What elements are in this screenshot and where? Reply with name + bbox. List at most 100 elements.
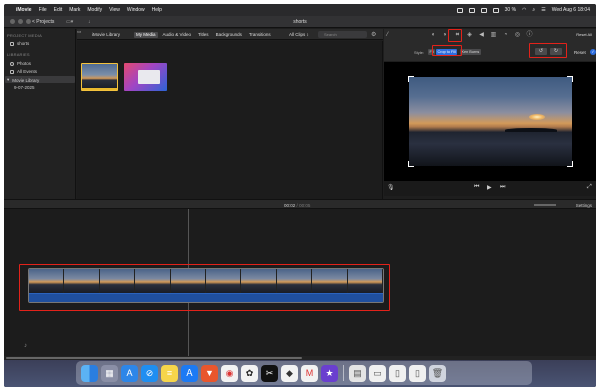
- tab-audio-video[interactable]: Audio & Video: [161, 32, 193, 38]
- browser-settings-icon[interactable]: ⚙: [371, 31, 376, 38]
- crop-handle-bottom-left[interactable]: [408, 161, 414, 167]
- media-browser: [77, 41, 383, 199]
- browser-header: ▭ iMovie Library My Media Audio & Video …: [77, 29, 383, 40]
- menu-help[interactable]: Help: [152, 7, 162, 13]
- capcut-icon[interactable]: ✂: [261, 364, 278, 382]
- timeline-header: 00:02 / 00:05 Settings: [4, 199, 596, 209]
- imovie-icon[interactable]: ★: [321, 364, 338, 382]
- app-store-icon[interactable]: A: [121, 364, 138, 382]
- menu-view[interactable]: View: [109, 7, 120, 13]
- menu-mark[interactable]: Mark: [69, 7, 80, 13]
- status-area: 30 % ◠ ⌕ ☰ Wed Aug 6 18:04: [456, 4, 590, 16]
- reset-button[interactable]: Reset: [574, 50, 586, 55]
- sidebar-item-label: Photos: [17, 61, 32, 66]
- tab-my-media[interactable]: My Media: [134, 31, 158, 38]
- play-button-icon[interactable]: ▶: [487, 184, 492, 191]
- disclosure-triangle-icon[interactable]: ▾: [7, 77, 9, 83]
- brave-icon[interactable]: ▼: [201, 364, 218, 382]
- time-separator: /: [296, 202, 298, 208]
- apply-crop-button[interactable]: ✓: [590, 48, 596, 55]
- library-sidebar: PROJECT MEDIA shorts LIBRARIES Photos Al…: [4, 29, 76, 199]
- info-icon[interactable]: ⓘ: [526, 32, 533, 39]
- photos-icon: [10, 61, 14, 66]
- color-correction-icon[interactable]: ◑: [441, 32, 448, 39]
- libraries-header: LIBRARIES: [7, 52, 30, 57]
- document-icon[interactable]: ▯: [389, 364, 406, 382]
- finder-icon[interactable]: [81, 364, 98, 382]
- preview-icon[interactable]: ▤: [349, 364, 366, 382]
- search-input[interactable]: Search: [318, 31, 367, 38]
- tab-backgrounds[interactable]: Backgrounds: [214, 32, 244, 38]
- sidebar-item-all-events[interactable]: All Events: [10, 69, 37, 74]
- clip-thumbnail-sunset[interactable]: [81, 63, 118, 91]
- menu-modify[interactable]: Modify: [87, 7, 102, 13]
- notes-icon[interactable]: ≡: [161, 364, 178, 382]
- noise-reduction-icon[interactable]: ▥: [490, 32, 497, 39]
- timeline-settings-button[interactable]: Settings: [576, 203, 592, 208]
- menu-app-name[interactable]: iMovie: [16, 7, 32, 13]
- current-time: 00:02: [284, 202, 296, 208]
- calendar-icon[interactable]: [480, 7, 487, 13]
- files-icon[interactable]: ▭: [369, 364, 386, 382]
- chrome-icon[interactable]: ◉: [221, 364, 238, 382]
- dock-separator: [343, 365, 344, 381]
- highlight-crop-tool: [448, 29, 462, 42]
- voiceover-mic-icon[interactable]: ♪: [24, 343, 27, 349]
- safari-icon[interactable]: ⊘: [141, 364, 158, 382]
- sidebar-item-event[interactable]: 9-07-2025: [14, 85, 35, 90]
- screenshot-frame: iMovie File Edit Mark Modify View Window…: [0, 0, 600, 391]
- launchpad-icon[interactable]: ▦: [101, 364, 118, 382]
- video-preview-frame[interactable]: [408, 76, 573, 167]
- roblox-icon[interactable]: ◆: [281, 364, 298, 382]
- menu-edit[interactable]: Edit: [54, 7, 63, 13]
- crop-handle-top-left[interactable]: [408, 76, 414, 82]
- play-icon[interactable]: [492, 7, 499, 13]
- crop-handle-top-right[interactable]: [567, 76, 573, 82]
- highlight-timeline-clip: [19, 264, 390, 311]
- pages-icon[interactable]: ▯: [409, 364, 426, 382]
- crop-handle-bottom-right[interactable]: [567, 161, 573, 167]
- fullscreen-icon[interactable]: ⤢: [587, 184, 592, 191]
- clip-filter-dropdown[interactable]: All Clips ↕: [289, 32, 309, 37]
- control-center-icon[interactable]: ☰: [541, 7, 545, 13]
- clip-thumbnail-screen-recording[interactable]: [124, 63, 167, 91]
- skip-back-icon[interactable]: ⏮: [474, 184, 479, 191]
- screen-record-icon[interactable]: [456, 7, 463, 13]
- timeline-area[interactable]: ♪: [4, 209, 596, 357]
- sidebar-item-project[interactable]: shorts: [10, 41, 29, 46]
- gmail-icon[interactable]: M: [301, 364, 318, 382]
- library-title: iMovie Library: [92, 32, 121, 37]
- stabilization-icon[interactable]: ◈: [466, 32, 473, 39]
- display-icon[interactable]: [468, 7, 475, 13]
- sidebar-item-movie-library[interactable]: ▾ Movie Library: [7, 77, 39, 83]
- reset-all-button[interactable]: Reset All: [576, 32, 592, 37]
- battery-percentage[interactable]: 30 %: [505, 7, 516, 13]
- menu-file[interactable]: File: [39, 7, 47, 13]
- openai-icon[interactable]: ✿: [241, 364, 258, 382]
- window-title: shorts: [293, 19, 307, 25]
- sidebar-item-photos[interactable]: Photos: [10, 61, 31, 66]
- timeline-zoom-slider[interactable]: [534, 204, 556, 206]
- clip-filter-icon[interactable]: ◎: [514, 32, 521, 39]
- hide-sidebar-icon[interactable]: ▭: [77, 29, 81, 34]
- style-ken-burns-button[interactable]: Ken Burns: [460, 49, 481, 55]
- color-balance-icon[interactable]: ◐: [430, 32, 437, 39]
- trash-icon[interactable]: 🗑: [429, 364, 446, 382]
- sidebar-item-label: 9-07-2025: [14, 85, 35, 90]
- menu-bar: iMovie File Edit Mark Modify View Window…: [4, 4, 596, 16]
- skip-forward-icon[interactable]: ⏭: [500, 184, 505, 191]
- search-icon[interactable]: ⌕: [532, 7, 535, 13]
- scrollbar-thumb[interactable]: [6, 357, 302, 359]
- tab-titles[interactable]: Titles: [196, 32, 211, 38]
- speed-icon[interactable]: ◔: [502, 32, 509, 39]
- app-store-a-icon[interactable]: Ａ: [181, 364, 198, 382]
- island-silhouette: [505, 128, 557, 132]
- volume-icon[interactable]: ◀: [478, 32, 485, 39]
- menu-window[interactable]: Window: [127, 7, 145, 13]
- clock[interactable]: Wed Aug 6 18:04: [552, 7, 590, 13]
- microphone-icon[interactable]: 🎙: [387, 184, 395, 191]
- sidebar-item-label: All Events: [17, 69, 38, 74]
- magic-wand-icon[interactable]: ⁄: [384, 32, 391, 39]
- wifi-icon[interactable]: ◠: [522, 7, 526, 13]
- tab-transitions[interactable]: Transitions: [247, 32, 273, 38]
